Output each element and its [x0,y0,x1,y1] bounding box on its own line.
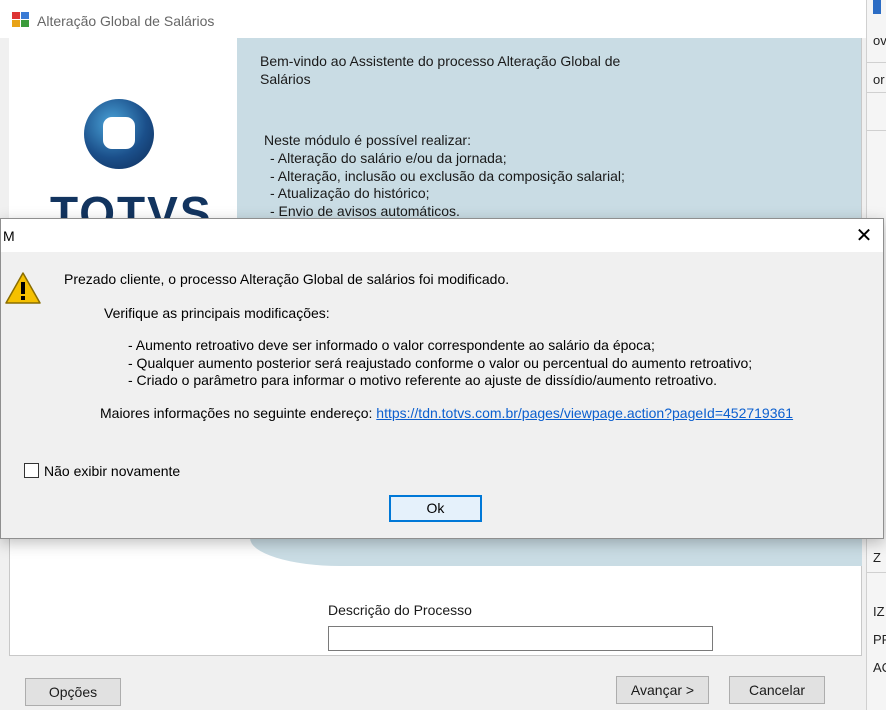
edge-text: or [873,72,885,87]
feature-item: - Atualização do histórico; [270,185,430,201]
wizard-titlebar: Alteração Global de Salários [0,0,866,38]
dialog-verify-text: Verifique as principais modificações: [104,305,330,321]
welcome-text: Bem-vindo ao Assistente do processo Alte… [260,53,621,87]
more-info-link[interactable]: https://tdn.totvs.com.br/pages/viewpage.… [376,405,793,421]
decorative-swoosh [250,538,862,566]
dialog-main-message: Prezado cliente, o processo Alteração Gl… [64,271,510,287]
feature-list: - Alteração do salário e/ou da jornada; … [270,150,625,220]
more-info: Maiores informações no seguinte endereço… [100,405,793,421]
totvs-logo-inner [103,117,135,149]
message-dialog: M ✕ Prezado cliente, o processo Alteraçã… [0,218,884,539]
module-intro: Neste módulo é possível realizar: [264,132,471,148]
feature-item: - Alteração do salário e/ou da jornada; [270,150,507,166]
change-item: - Criado o parâmetro para informar o mot… [128,372,718,388]
edge-text: Z [873,550,881,565]
edge-divider [867,62,886,63]
edge-accent [873,0,881,14]
dialog-title: M [3,228,15,244]
edge-text: AC [873,660,886,675]
edge-divider [867,92,886,93]
warning-icon [5,272,41,304]
cancel-button[interactable]: Cancelar [729,676,825,704]
dont-show-label[interactable]: Não exibir novamente [44,463,180,479]
edge-divider [867,572,886,573]
close-icon[interactable]: ✕ [853,225,875,247]
app-icon [12,12,29,27]
edge-text: PR [873,632,886,647]
description-label: Descrição do Processo [328,602,472,618]
edge-text: IZ [873,604,885,619]
description-input[interactable] [328,626,713,651]
more-info-label: Maiores informações no seguinte endereço… [100,405,373,421]
wizard-title: Alteração Global de Salários [37,13,215,29]
edge-divider [867,130,886,131]
change-item: - Aumento retroativo deve ser informado … [128,337,655,353]
dialog-titlebar: M ✕ [1,219,883,252]
next-button[interactable]: Avançar > [616,676,709,704]
dont-show-checkbox[interactable] [24,463,39,478]
change-item: - Qualquer aumento posterior será reajus… [128,354,753,371]
feature-item: - Alteração, inclusão ou exclusão da com… [270,167,625,184]
edge-text: ov [873,33,886,48]
ok-button[interactable]: Ok [389,495,482,522]
changes-list: - Aumento retroativo deve ser informado … [128,337,752,390]
options-button[interactable]: Opções [25,678,121,706]
